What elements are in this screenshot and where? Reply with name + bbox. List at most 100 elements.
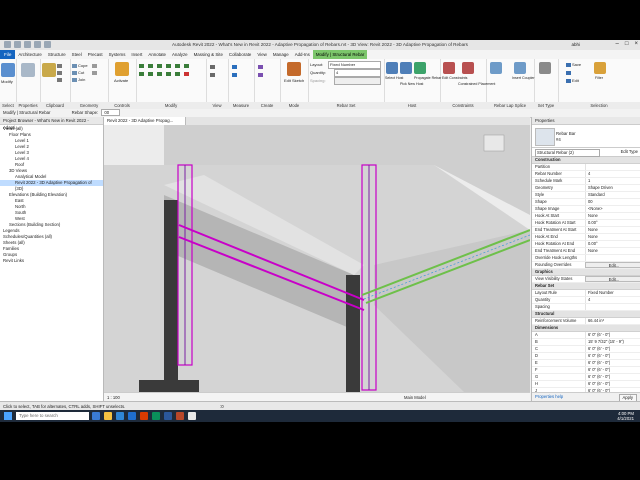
property-value[interactable]: 4 [585, 297, 640, 303]
paste-icon[interactable] [42, 63, 56, 77]
property-row[interactable]: Reinforcement Volume 66.44 in³ [532, 318, 640, 325]
property-row[interactable]: B 15' 9 7/32" (15' - 9") [532, 339, 640, 346]
tab-insert[interactable]: Insert [128, 50, 145, 59]
close-icon[interactable]: × [634, 41, 638, 47]
properties-icon[interactable] [21, 63, 35, 77]
tab-analyze[interactable]: Analyze [169, 50, 191, 59]
property-row[interactable]: Rounding Overrides Edit... [532, 262, 640, 269]
move-icon[interactable] [166, 63, 172, 68]
property-row[interactable]: Partition [532, 164, 640, 171]
activate-icon[interactable] [115, 62, 129, 76]
property-row[interactable]: Style Standard [532, 192, 640, 199]
property-value[interactable]: 0.00° [585, 220, 640, 226]
office-icon[interactable] [140, 412, 148, 420]
model-viewport[interactable] [104, 125, 530, 392]
property-value[interactable]: 4 [585, 171, 640, 177]
trim-icon[interactable] [139, 71, 145, 76]
property-value[interactable]: 6' 0" (6' - 0") [585, 353, 640, 359]
property-row[interactable]: E 6' 0" (6' - 0") [532, 360, 640, 367]
property-value[interactable] [585, 304, 640, 310]
dimension-icon[interactable] [232, 72, 238, 77]
property-value[interactable]: None [585, 213, 640, 219]
property-value[interactable]: None [585, 234, 640, 240]
property-row[interactable]: Hook At End None [532, 234, 640, 241]
property-value[interactable]: Shape Driven [585, 185, 640, 191]
constrained-placement-icon[interactable] [462, 62, 474, 74]
property-row[interactable]: End Treatment At End None [532, 248, 640, 255]
property-value[interactable]: Edit... [585, 262, 640, 268]
property-row[interactable]: A 6' 0" (6' - 0") [532, 332, 640, 339]
property-group-header[interactable]: Construction [532, 157, 640, 164]
set-type-icon[interactable] [539, 62, 551, 74]
mirror-icon[interactable] [157, 63, 163, 68]
property-row[interactable]: Override Hook Lengths [532, 255, 640, 262]
paint-icon[interactable] [92, 70, 98, 75]
edge-icon[interactable] [92, 412, 100, 420]
excel-icon[interactable] [152, 412, 160, 420]
property-value[interactable]: 15' 9 7/32" (15' - 9") [585, 339, 640, 345]
instance-select[interactable]: Structural Rebar (2) [535, 149, 600, 157]
property-row[interactable]: G 6' 0" (6' - 0") [532, 374, 640, 381]
properties-help-link[interactable]: Properties help [535, 394, 563, 399]
edit-constraints-icon[interactable] [443, 62, 455, 74]
property-value[interactable]: 6' 0" (6' - 0") [585, 332, 640, 338]
property-row[interactable]: Spacing [532, 304, 640, 311]
windows-start-icon[interactable] [4, 412, 12, 420]
rotate-icon[interactable] [184, 63, 190, 68]
tab-massing-site[interactable]: Massing & Site [191, 50, 226, 59]
scale-icon[interactable] [166, 71, 172, 76]
modify-tool-icon[interactable] [1, 63, 15, 77]
property-value[interactable]: 6' 0" (6' - 0") [585, 381, 640, 387]
rebar-shape-select[interactable]: 00 [101, 109, 121, 116]
edit-selection-button[interactable]: Edit [566, 78, 579, 83]
property-row[interactable]: D 6' 0" (6' - 0") [532, 353, 640, 360]
property-value[interactable]: 6' 0" (6' - 0") [585, 374, 640, 380]
property-group-header[interactable]: Dimensions [532, 325, 640, 332]
minimize-icon[interactable]: – [616, 41, 619, 47]
hide-icon[interactable] [210, 64, 216, 69]
filter-icon[interactable] [594, 62, 606, 74]
quantity-input[interactable]: 4 [334, 69, 381, 77]
tab-annotate[interactable]: Annotate [145, 50, 169, 59]
property-row[interactable]: Rebar Number 4 [532, 171, 640, 178]
taskbar-search[interactable]: Type here to search [16, 412, 89, 420]
taskbar-clock[interactable]: 4:00 PM 4/1/2021 [617, 411, 634, 421]
delete-icon[interactable] [184, 71, 190, 76]
mail-icon[interactable] [128, 412, 136, 420]
tab-steel[interactable]: Steel [69, 50, 85, 59]
property-value[interactable]: 00 [585, 199, 640, 205]
file-explorer-icon[interactable] [104, 412, 112, 420]
measure-icon[interactable] [232, 64, 238, 69]
copy-icon[interactable] [57, 70, 63, 75]
property-value[interactable] [585, 255, 640, 261]
pick-new-host-icon[interactable] [400, 62, 412, 74]
property-row[interactable]: Hook Rotation At Start 0.00° [532, 220, 640, 227]
maximize-icon[interactable]: □ [625, 41, 629, 47]
property-row[interactable]: Geometry Shape Driven [532, 185, 640, 192]
tab-modify-structural-rebar[interactable]: Modify | Structural Rebar [312, 50, 368, 59]
property-value[interactable]: 66.44 in³ [585, 318, 640, 324]
file-tab[interactable]: File [0, 50, 16, 59]
property-row[interactable]: Layout Rule Fixed Number [532, 290, 640, 297]
property-value[interactable]: Edit... [585, 276, 640, 282]
geometry-tool-icon[interactable] [92, 63, 98, 68]
create-part-icon[interactable] [258, 64, 264, 69]
create-group-icon[interactable] [258, 72, 264, 77]
property-value[interactable]: Standard [585, 192, 640, 198]
spacing-input[interactable] [334, 77, 381, 85]
store-icon[interactable] [116, 412, 124, 420]
tab-manage[interactable]: Manage [270, 50, 292, 59]
edit-sketch-icon[interactable] [287, 62, 301, 76]
property-value[interactable]: None [585, 227, 640, 233]
type-selector[interactable]: Rebar Bar #4 [532, 125, 640, 148]
insert-coupler-icon[interactable] [514, 62, 526, 74]
copy-element-icon[interactable] [175, 63, 181, 68]
split-icon[interactable] [148, 71, 154, 76]
offset-icon[interactable] [148, 63, 154, 68]
powerpoint-icon[interactable] [176, 412, 184, 420]
tab-view[interactable]: View [254, 50, 269, 59]
browser-item[interactable]: Revit Links [0, 258, 103, 264]
property-row[interactable]: H 6' 0" (6' - 0") [532, 381, 640, 388]
join-button[interactable]: Join [72, 77, 85, 82]
property-group-header[interactable]: Rebar Set [532, 283, 640, 290]
